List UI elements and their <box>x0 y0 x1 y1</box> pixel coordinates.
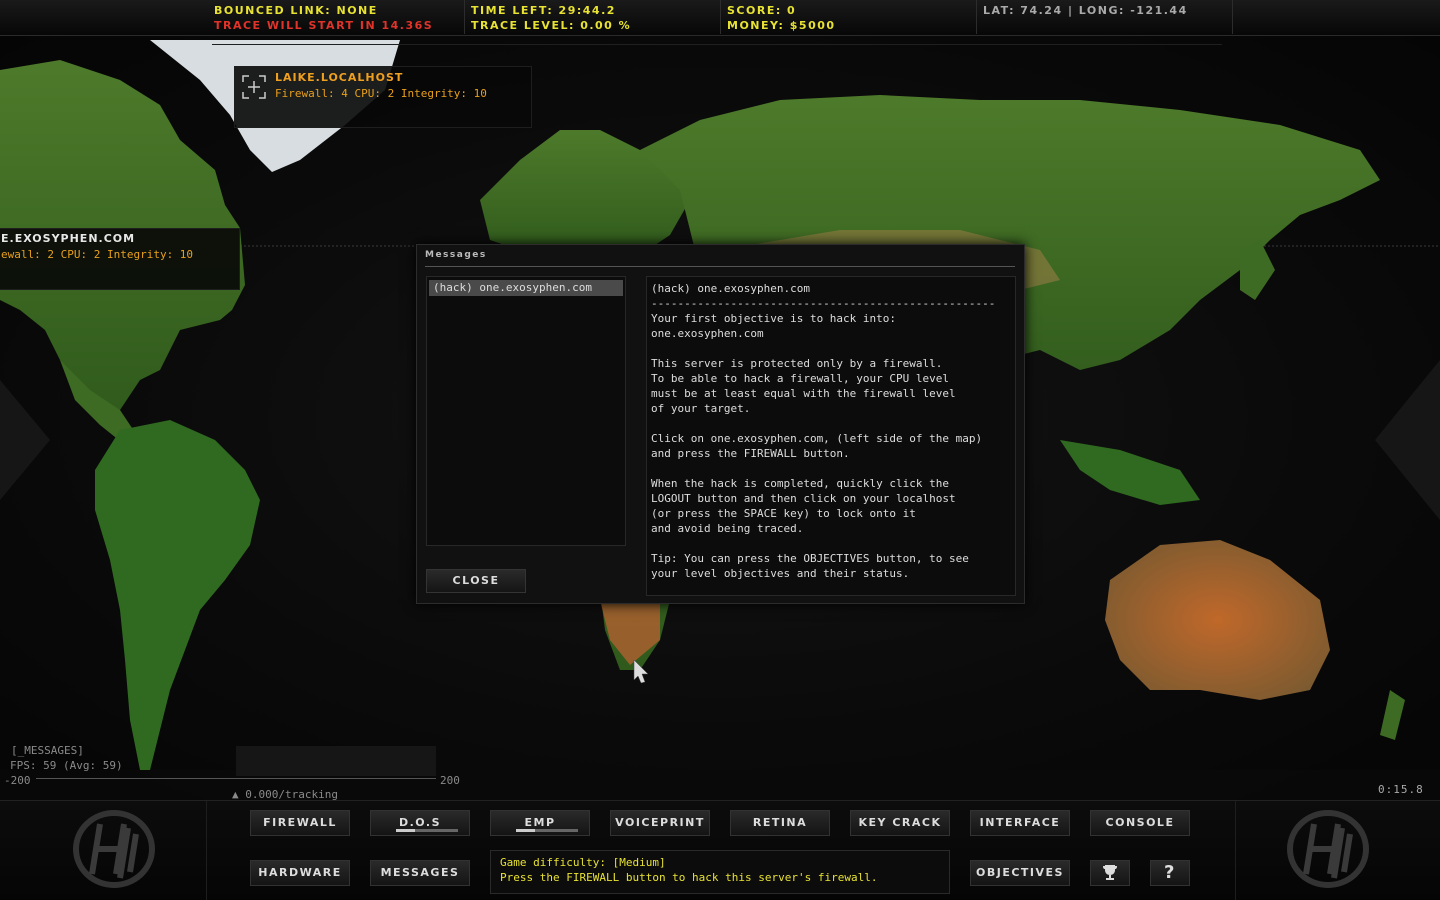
messages-dialog: Messages (hack) one.exosyphen.com CLOSE … <box>416 244 1025 604</box>
message-line: and press the FIREWALL button. <box>651 447 850 460</box>
message-line: LOGOUT button and then click on your loc… <box>651 492 956 505</box>
debug-scale-line <box>36 778 436 779</box>
message-list[interactable]: (hack) one.exosyphen.com <box>426 276 626 546</box>
dos-button-label: D.O.S <box>398 816 442 829</box>
southern-africa-desert <box>600 600 660 665</box>
debug-graph <box>236 746 436 776</box>
message-line: To be able to hack a firewall, your CPU … <box>651 372 950 385</box>
message-line: (or press the SPACE key) to lock onto it <box>651 507 916 520</box>
scale-max-label: 200 <box>440 774 460 787</box>
dialog-title: Messages <box>425 250 487 260</box>
status-line: Press the FIREWALL button to hack this s… <box>500 871 878 884</box>
objectives-button[interactable]: OBJECTIVES <box>970 860 1070 886</box>
server-name: LAIKE.LOCALHOST <box>275 71 404 84</box>
message-line: Your first objective is to hack into: <box>651 312 897 325</box>
link-status-section: Bounced link: none Trace will start in 1… <box>208 0 464 34</box>
coords-divider: | <box>1067 4 1079 17</box>
server-name: E.EXOSYPHEN.COM <box>1 232 136 245</box>
message-line: When the hack is completed, quickly clic… <box>651 477 950 490</box>
australia-landmass <box>1105 540 1330 700</box>
south-america-landmass <box>95 420 260 770</box>
message-line: your level objectives and their status. <box>651 567 910 580</box>
message-line: ----------------------------------------… <box>651 297 996 310</box>
scale-min-label: -200 <box>4 774 31 787</box>
time-section: Time left: 29:44.2 Trace level: 0.00 % <box>464 0 720 34</box>
map-bottom-fade <box>0 770 1440 800</box>
messages-debug-tag: [_MESSAGES] <box>11 744 84 757</box>
message-line: This server is protected only by a firew… <box>651 357 943 370</box>
trace-countdown: Trace will start in 14.36s <box>214 19 434 32</box>
message-line <box>651 341 1011 356</box>
interface-button[interactable]: INTERFACE <box>970 810 1070 836</box>
coords-section: Lat: 74.24 | Long: -121.44 <box>976 0 1232 34</box>
message-body: (hack) one.exosyphen.com ---------------… <box>646 276 1016 596</box>
message-line: of your target. <box>651 402 751 415</box>
emp-progress-fill <box>516 829 535 832</box>
new-zealand-landmass <box>1380 690 1405 740</box>
game-logo-left <box>73 810 155 888</box>
voiceprint-button[interactable]: VOICEPRINT <box>610 810 710 836</box>
longitude-readout: Long: -121.44 <box>1078 4 1188 17</box>
hardware-button[interactable]: HARDWARE <box>250 860 350 886</box>
message-line: must be at least equal with the firewall… <box>651 387 956 400</box>
session-timer: 0:15.8 <box>1378 783 1424 796</box>
message-line: and avoid being traced. <box>651 522 804 535</box>
japan-landmass <box>1240 240 1275 300</box>
map-scroll-left-icon[interactable] <box>0 380 50 500</box>
status-console: Game difficulty: [Medium] Press the FIRE… <box>490 850 950 894</box>
server-card-exosyphen[interactable]: E.EXOSYPHEN.COM ewall: 2 CPU: 2 Integrit… <box>0 228 240 290</box>
time-left: Time left: 29:44.2 <box>471 4 616 17</box>
help-button[interactable]: ? <box>1150 860 1190 886</box>
bounced-link-status: Bounced link: none <box>214 4 378 17</box>
message-line: one.exosyphen.com <box>651 327 764 340</box>
crosshair-icon <box>242 75 266 99</box>
message-line <box>651 461 1011 476</box>
key-crack-button[interactable]: KEY CRACK <box>850 810 950 836</box>
status-line: Game difficulty: [Medium] <box>500 856 666 869</box>
money: Money: $5000 <box>727 19 836 32</box>
trophy-icon <box>1103 865 1117 880</box>
console-button[interactable]: CONSOLE <box>1090 810 1190 836</box>
latitude-readout: Lat: 74.24 <box>983 4 1063 17</box>
button-row-divider <box>212 44 1222 45</box>
emp-progress-bar <box>516 829 578 832</box>
firewall-button[interactable]: FIREWALL <box>250 810 350 836</box>
dos-progress-bar <box>396 829 458 832</box>
score-section: Score: 0 Money: $5000 <box>720 0 976 34</box>
score: Score: 0 <box>727 4 797 17</box>
retina-button[interactable]: RETINA <box>730 810 830 836</box>
game-logo-right <box>1287 810 1369 888</box>
close-button[interactable]: CLOSE <box>426 569 526 593</box>
map-scroll-right-icon[interactable] <box>1375 360 1440 520</box>
message-line: Tip: You can press the OBJECTIVES button… <box>651 552 969 565</box>
emp-button[interactable]: EMP <box>490 810 590 836</box>
server-stats: ewall: 2 CPU: 2 Integrity: 10 <box>1 248 194 261</box>
dos-button[interactable]: D.O.S <box>370 810 470 836</box>
fps-readout: FPS: 59 (Avg: 59) <box>10 759 123 772</box>
message-line: (hack) one.exosyphen.com <box>651 282 810 295</box>
message-line <box>651 536 1011 551</box>
southeast-asia-islands <box>1060 440 1200 505</box>
server-card-localhost[interactable]: LAIKE.LOCALHOST Firewall: 4 CPU: 2 Integ… <box>234 66 532 128</box>
dos-progress-fill <box>396 829 415 832</box>
emp-button-label: EMP <box>524 816 556 829</box>
messages-button[interactable]: MESSAGES <box>370 860 470 886</box>
message-line <box>651 416 1011 431</box>
server-stats: Firewall: 4 CPU: 2 Integrity: 10 <box>275 87 487 100</box>
message-line: Click on one.exosyphen.com, (left side o… <box>651 432 983 445</box>
trace-level: Trace level: 0.00 % <box>471 19 632 32</box>
topbar-spacer <box>1232 0 1440 34</box>
dialog-title-divider <box>425 266 1015 267</box>
message-list-item[interactable]: (hack) one.exosyphen.com <box>429 280 623 296</box>
trophy-button[interactable] <box>1090 860 1130 886</box>
top-status-bar: Bounced link: none Trace will start in 1… <box>0 0 1440 36</box>
